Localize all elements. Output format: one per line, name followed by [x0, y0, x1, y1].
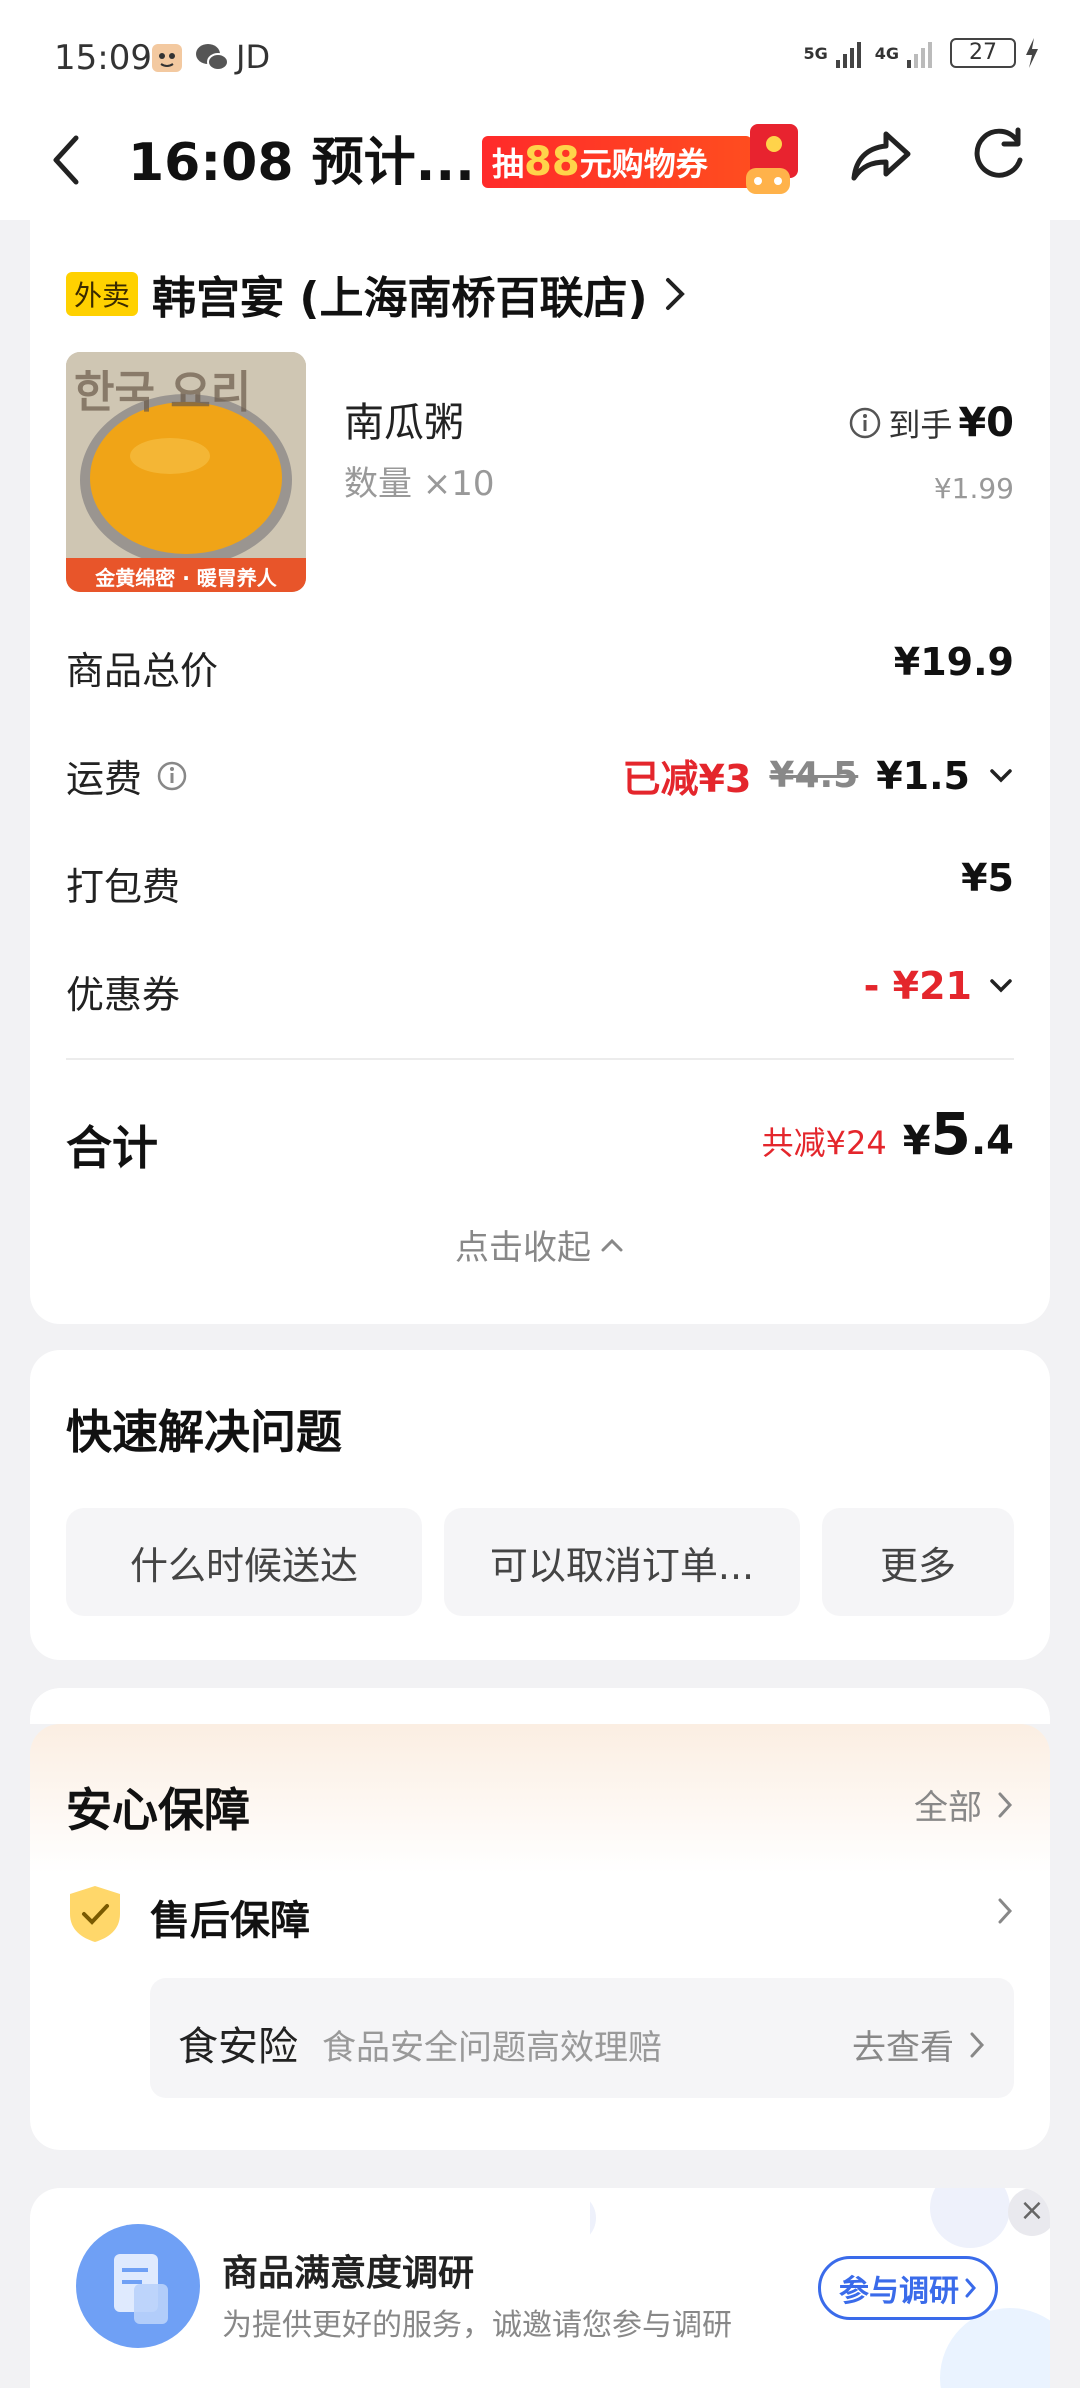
- total-label: 合计: [66, 1121, 158, 1175]
- signal-bars-icon: [907, 38, 932, 68]
- chevron-right-icon[interactable]: [996, 1896, 1014, 1926]
- assurance-all-link[interactable]: 全部: [914, 1780, 1014, 1829]
- battery-indicator: 27: [950, 38, 1016, 68]
- info-icon[interactable]: [848, 406, 882, 440]
- join-survey-button[interactable]: 参与调研: [818, 2256, 998, 2320]
- subtotal-value: ¥19.9: [893, 640, 1014, 684]
- subtotal-label: 商品总价: [66, 649, 219, 693]
- packing-fee-value: ¥5: [961, 856, 1014, 900]
- coupon-value: - ¥21: [863, 964, 972, 1008]
- back-icon[interactable]: [46, 130, 86, 190]
- chevron-down-icon: [990, 768, 1012, 782]
- coupon-value-row[interactable]: - ¥21: [864, 964, 1014, 1008]
- share-icon[interactable]: [848, 122, 914, 188]
- store-name: 韩宫宴 (上海南桥百联店): [152, 273, 648, 324]
- assurance-card: 安心保障 全部 售后保障 食安险 食品安全问题高效理赔 去查看: [30, 1688, 1050, 2150]
- network-4g-label: 4G: [874, 43, 899, 63]
- final-price: ¥0: [958, 400, 1014, 446]
- shield-check-icon: [70, 1886, 120, 1942]
- food-insurance-name: 食安险: [178, 2024, 298, 2070]
- quick-help-title: 快速解决问题: [66, 1405, 342, 1459]
- final-price-row: 到手 ¥0: [848, 400, 1014, 446]
- final-price-label: 到手: [888, 406, 953, 444]
- product-quantity: 数量 ×10: [344, 464, 495, 504]
- food-insurance-row[interactable]: 食安险 食品安全问题高效理赔 去查看: [150, 1978, 1014, 2098]
- chevron-right-icon: [970, 2032, 985, 2057]
- product-image[interactable]: 한국 요리 金黄绵密 · 暖胃养人: [66, 352, 306, 592]
- survey-doc-icon: [76, 2224, 200, 2348]
- survey-title: 商品满意度调研: [222, 2253, 475, 2294]
- app-notification-icon: [152, 44, 182, 72]
- packing-fee-label: 打包费: [66, 865, 181, 909]
- delivery-fee-value-row[interactable]: 已减¥3 ¥4.5 ¥1.5: [623, 748, 1014, 803]
- delivery-original-price: ¥4.5: [769, 755, 859, 796]
- survey-card: 商品满意度调研 为提供更好的服务，诚邀请您参与调研 参与调研 ×: [30, 2188, 1050, 2388]
- chevron-right-icon: [965, 2278, 976, 2298]
- network-5g-label: 5G: [803, 43, 828, 63]
- network-indicators: 5G 4G 27: [803, 38, 1040, 68]
- jd-indicator: JD: [236, 38, 271, 76]
- assurance-title: 安心保障: [66, 1783, 250, 1837]
- status-time: 15:09: [54, 38, 152, 78]
- product-image-korean-text: 한국 요리: [74, 367, 252, 418]
- coupon-label: 优惠券: [66, 973, 181, 1017]
- chevron-up-icon: [601, 1238, 623, 1251]
- join-survey-label: 参与调研: [839, 2274, 959, 2309]
- delivery-discount: 已减¥3: [622, 757, 752, 801]
- all-link-text: 全部: [914, 1788, 982, 1828]
- survey-description: 为提供更好的服务，诚邀请您参与调研: [222, 2308, 732, 2343]
- refresh-icon[interactable]: [968, 124, 1028, 184]
- chevron-down-icon: [990, 979, 1012, 993]
- total-amount: ¥5.4: [902, 1100, 1014, 1168]
- delivery-fee-label-row: 运费: [66, 748, 188, 803]
- food-insurance-link[interactable]: 去查看: [852, 2020, 986, 2069]
- aftersale-title: 售后保障: [150, 1898, 310, 1944]
- delivery-fee-label: 运费: [66, 757, 143, 801]
- card-top-edge: [30, 1688, 1050, 1724]
- delivery-fee-value: ¥1.5: [876, 753, 970, 798]
- unit-price: ¥1.99: [933, 472, 1014, 505]
- collapse-text: 点击收起: [455, 1228, 591, 1268]
- total-value-row: 共减¥24 ¥5.4: [762, 1100, 1014, 1168]
- total-saved: 共减¥24: [761, 1124, 887, 1162]
- quick-help-card: 快速解决问题 什么时候送达 可以取消订单... 更多: [30, 1350, 1050, 1660]
- help-chip-delivery-time[interactable]: 什么时候送达: [66, 1508, 422, 1616]
- takeout-badge: 外卖: [66, 272, 139, 316]
- wechat-icon: [196, 44, 229, 71]
- product-name: 南瓜粥: [344, 400, 464, 446]
- collapse-toggle[interactable]: 点击收起: [30, 1220, 1050, 1269]
- status-bar: 15:09 JD 5G 4G 27: [0, 0, 1080, 110]
- help-chip-more[interactable]: 更多: [822, 1508, 1014, 1616]
- product-image-caption: 金黄绵密 · 暖胃养人: [95, 566, 277, 590]
- charging-bolt-icon: [1026, 38, 1038, 68]
- gift-icon: [746, 124, 798, 194]
- store-row[interactable]: 外卖 韩宫宴 (上海南桥百联店): [66, 262, 688, 326]
- order-detail-card: 外卖 韩宫宴 (上海南桥百联店) 한국 요리 金黄绵密 · 暖胃养人 南瓜粥 数…: [30, 200, 1050, 1324]
- promo-coupon-banner[interactable]: 抽88元购物券: [482, 124, 800, 196]
- chevron-right-icon: [998, 1792, 1013, 1817]
- help-chip-cancel-order[interactable]: 可以取消订单...: [444, 1508, 800, 1616]
- divider: [66, 1058, 1014, 1060]
- promo-text: 抽88元购物券: [482, 136, 752, 188]
- info-icon[interactable]: [156, 760, 188, 792]
- food-insurance-description: 食品安全问题高效理赔: [322, 2028, 662, 2068]
- signal-bars-icon: [835, 38, 861, 68]
- chevron-right-icon: [665, 278, 685, 310]
- view-link-text: 去查看: [852, 2028, 954, 2068]
- page-title: 16:08 预计...: [128, 133, 475, 193]
- close-icon[interactable]: ×: [1008, 2188, 1050, 2236]
